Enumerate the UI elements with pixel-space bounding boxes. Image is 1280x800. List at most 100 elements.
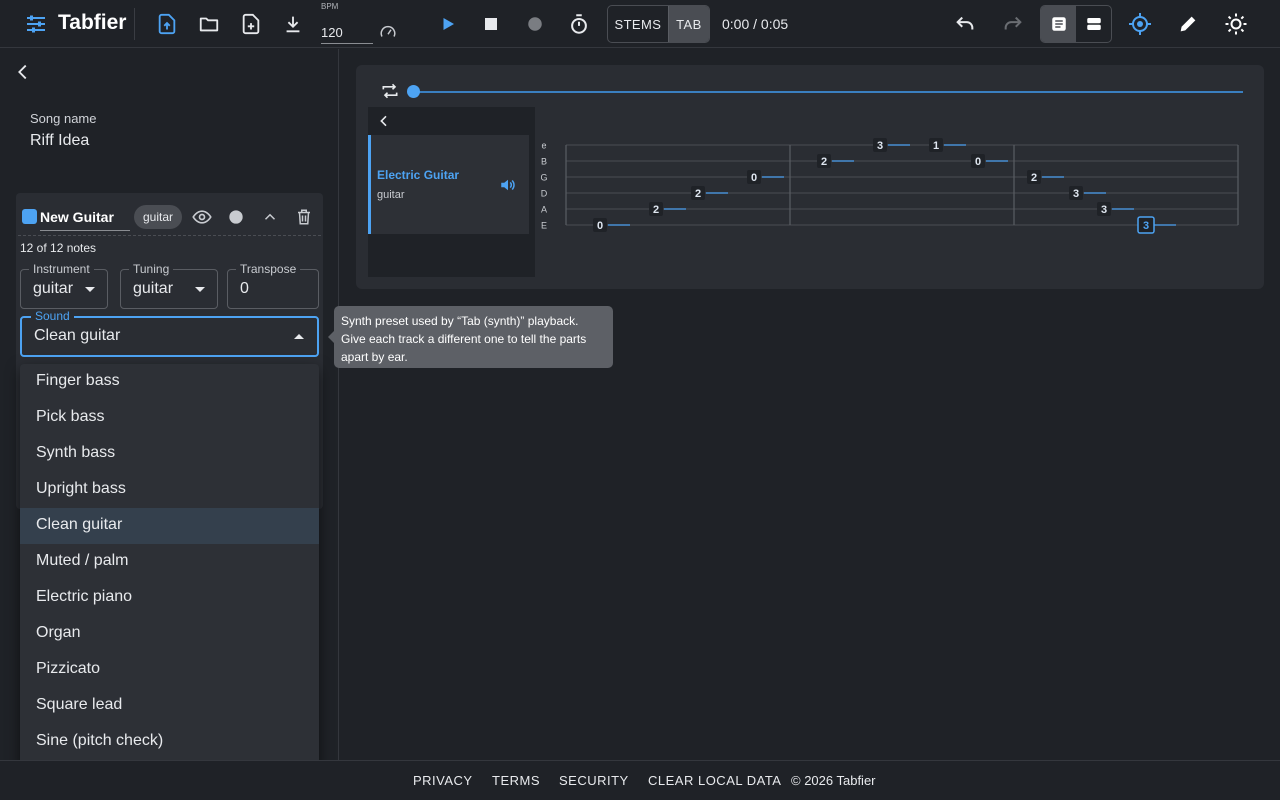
chevron-left-icon[interactable]	[12, 61, 34, 83]
tab-track-name: Electric Guitar	[377, 168, 460, 182]
song-name-input[interactable]: Riff Idea	[30, 132, 89, 150]
sound-label: Sound	[31, 309, 74, 323]
tablature-staff[interactable]: eBGDAE 0 2 2 0 2 3 1 0 2 3 3 3	[537, 137, 1241, 237]
notes-count: 12 of 12 notes	[20, 241, 97, 255]
download-icon[interactable]	[277, 8, 309, 40]
stop-icon[interactable]	[475, 8, 507, 40]
tab-string-name: e	[541, 141, 546, 151]
sound-option[interactable]: Upright bass	[20, 472, 319, 508]
toolbar-divider	[134, 8, 135, 40]
transpose-value: 0	[240, 280, 249, 297]
mode-toggle: STEMS TAB	[607, 5, 710, 43]
transpose-label: Transpose	[236, 262, 301, 276]
upload-file-icon[interactable]	[151, 8, 183, 40]
scrub-track[interactable]	[414, 91, 1243, 93]
tab-track-instrument: guitar	[377, 189, 405, 201]
sound-value: Clean guitar	[34, 327, 121, 344]
tooltip-arrow	[328, 331, 334, 343]
tab-string-name: G	[540, 173, 547, 183]
tooltip-line: Give each track a different one to tell …	[341, 332, 587, 346]
copyright: © 2026 Tabfier	[791, 773, 876, 788]
caret-down-icon	[85, 287, 95, 292]
terms-link[interactable]: TERMS	[492, 773, 540, 788]
security-link[interactable]: SECURITY	[559, 773, 629, 788]
tab-note: 2	[695, 188, 701, 200]
tab-note: 2	[821, 156, 827, 168]
redo-icon[interactable]	[997, 8, 1029, 40]
sound-option[interactable]: Pizzicato	[20, 652, 319, 688]
sound-option[interactable]: Square lead	[20, 688, 319, 724]
tooltip-line: apart by ear.	[341, 350, 408, 364]
solo-dot-icon[interactable]	[224, 205, 248, 229]
sound-option[interactable]: Clean guitar	[20, 508, 319, 544]
sound-option[interactable]: Synth bass	[20, 436, 319, 472]
metronome-timer-icon[interactable]	[563, 8, 595, 40]
tempo-gauge-icon[interactable]	[372, 16, 404, 48]
tab-string-name: D	[541, 189, 548, 199]
transpose-input[interactable]: Transpose 0	[227, 262, 319, 309]
tuning-label: Tuning	[129, 262, 174, 276]
target-icon[interactable]	[1124, 8, 1156, 40]
caret-up-icon	[294, 334, 304, 339]
sound-dropdown-menu: Finger bass Pick bass Synth bass Upright…	[20, 364, 319, 769]
tab-string-name: E	[541, 221, 547, 231]
stems-mode-button[interactable]: STEMS	[608, 6, 668, 42]
sound-select[interactable]: Sound Clean guitar	[20, 309, 319, 357]
play-icon[interactable]	[432, 8, 464, 40]
sound-option[interactable]: Finger bass	[20, 364, 319, 400]
tab-note: 3	[877, 140, 883, 152]
volume-icon[interactable]	[499, 176, 517, 194]
pencil-icon[interactable]	[1172, 8, 1204, 40]
tab-note: 3	[1143, 220, 1149, 232]
sound-option[interactable]: Muted / palm	[20, 544, 319, 580]
privacy-link[interactable]: PRIVACY	[413, 773, 473, 788]
chevron-left-icon[interactable]	[376, 113, 394, 131]
sound-option[interactable]: Organ	[20, 616, 319, 652]
tab-string-name: B	[541, 157, 547, 167]
time-display: 0:00 / 0:05	[722, 16, 789, 32]
sound-option[interactable]: Pick bass	[20, 400, 319, 436]
tab-note: 1	[933, 140, 939, 152]
split-view-icon[interactable]	[1076, 6, 1111, 42]
document-view-icon[interactable]	[1041, 6, 1076, 42]
tab-editor-panel: Electric Guitar guitar eBGDAE 0 2 2 0 2 3 1 0 2 3 3…	[356, 65, 1264, 289]
tab-note: 2	[653, 204, 659, 216]
track-color-swatch[interactable]	[22, 209, 37, 224]
tab-note: 3	[1073, 188, 1079, 200]
trash-icon[interactable]	[292, 205, 316, 229]
tuning-value: guitar	[133, 280, 174, 297]
tab-note: 2	[1031, 172, 1037, 184]
mixer-icon[interactable]	[20, 8, 52, 40]
tuning-select[interactable]: Tuning guitar	[120, 262, 218, 309]
eye-icon[interactable]	[190, 205, 214, 229]
loop-icon[interactable]	[380, 81, 402, 103]
tooltip-line: Synth preset used by “Tab (synth)” playb…	[341, 314, 579, 328]
app-title: Tabfier	[58, 11, 127, 34]
instrument-select[interactable]: Instrument guitar	[20, 262, 108, 309]
sound-option[interactable]: Sine (pitch check)	[20, 724, 319, 760]
theme-sun-icon[interactable]	[1220, 8, 1252, 40]
tab-note: 0	[751, 172, 757, 184]
song-name-label: Song name	[30, 111, 97, 126]
bpm-label: BPM	[321, 2, 339, 11]
tab-mode-button[interactable]: TAB	[667, 6, 709, 42]
track-name-input[interactable]: New Guitar	[40, 203, 130, 231]
record-icon[interactable]	[519, 8, 551, 40]
new-file-icon[interactable]	[235, 8, 267, 40]
chevron-up-icon[interactable]	[258, 205, 282, 229]
clear-local-data-link[interactable]: CLEAR LOCAL DATA	[648, 773, 781, 788]
card-divider	[18, 235, 321, 236]
tab-note: 0	[975, 156, 981, 168]
bpm-input[interactable]: 120	[321, 20, 373, 44]
tab-track-item[interactable]: Electric Guitar guitar	[368, 135, 529, 234]
instrument-label: Instrument	[29, 262, 94, 276]
folder-icon[interactable]	[193, 8, 225, 40]
tab-string-name: A	[541, 205, 547, 215]
sound-option[interactable]: Electric piano	[20, 580, 319, 616]
instrument-value: guitar	[33, 280, 74, 297]
footer: PRIVACY TERMS SECURITY CLEAR LOCAL DATA …	[0, 760, 1280, 800]
sound-tooltip: Synth preset used by “Tab (synth)” playb…	[328, 306, 613, 368]
undo-icon[interactable]	[949, 8, 981, 40]
view-toggle	[1040, 5, 1112, 43]
scrub-thumb[interactable]	[407, 85, 420, 98]
